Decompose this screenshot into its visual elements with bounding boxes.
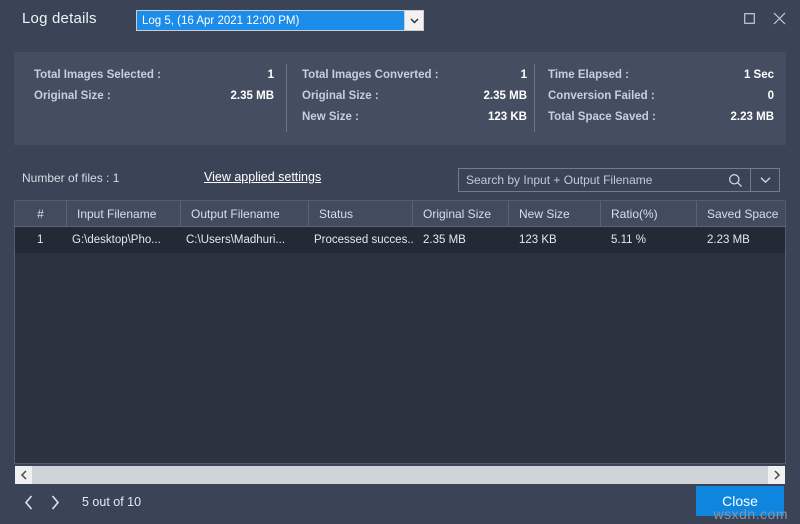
summary-value: 1 — [267, 69, 274, 81]
cell-output-filename: C:\Users\Madhuri... — [186, 234, 286, 246]
close-icon[interactable] — [766, 7, 792, 29]
cell-index: 1 — [37, 234, 44, 246]
summary-label: Time Elapsed : — [548, 69, 629, 81]
column-header-output-filename[interactable]: Output Filename — [181, 201, 309, 226]
summary-label: Original Size : — [302, 90, 379, 102]
summary-column-selected: Total Images Selected : 1 Original Size … — [34, 69, 274, 111]
summary-label: Original Size : — [34, 90, 111, 102]
summary-row: Total Space Saved : 2.23 MB — [548, 111, 774, 123]
column-header-saved-space[interactable]: Saved Space — [697, 201, 785, 226]
summary-value: 2.23 MB — [730, 111, 774, 123]
column-header-new-size[interactable]: New Size — [509, 201, 601, 226]
summary-row: Total Images Converted : 1 — [302, 69, 527, 81]
view-applied-settings-link[interactable]: View applied settings — [204, 170, 321, 184]
files-count-label: Number of files : 1 — [22, 171, 120, 185]
footer-bar: 5 out of 10 Close — [0, 486, 800, 524]
results-table: # Input Filename Output Filename Status … — [14, 200, 786, 464]
summary-column-converted: Total Images Converted : 1 Original Size… — [302, 69, 527, 132]
table-row[interactable]: 1 G:\desktop\Pho... C:\Users\Madhuri... … — [15, 227, 785, 253]
chevron-down-icon[interactable] — [404, 11, 423, 30]
cell-ratio: 5.11 % — [611, 234, 646, 246]
cell-saved-space: 2.23 MB — [707, 234, 750, 246]
summary-value: 123 KB — [488, 111, 527, 123]
summary-divider-2 — [534, 64, 535, 132]
previous-page-button[interactable] — [16, 488, 42, 516]
column-header-ratio[interactable]: Ratio(%) — [601, 201, 697, 226]
log-select-value: Log 5, (16 Apr 2021 12:00 PM) — [137, 11, 404, 30]
close-button[interactable]: Close — [696, 486, 784, 516]
chevron-left-icon[interactable] — [15, 466, 32, 484]
summary-label: Total Space Saved : — [548, 111, 656, 123]
summary-column-stats: Time Elapsed : 1 Sec Conversion Failed :… — [548, 69, 774, 132]
summary-value: 2.35 MB — [483, 90, 527, 102]
summary-row: Original Size : 2.35 MB — [34, 90, 274, 102]
summary-panel: Total Images Selected : 1 Original Size … — [14, 52, 786, 145]
summary-value: 1 Sec — [743, 69, 774, 81]
column-header-status[interactable]: Status — [309, 201, 413, 226]
column-header-input-filename[interactable]: Input Filename — [67, 201, 181, 226]
summary-value: 2.35 MB — [230, 90, 274, 102]
search-filter-chevron-down-icon[interactable] — [750, 169, 779, 191]
cell-original-size: 2.35 MB — [423, 234, 466, 246]
next-page-button[interactable] — [42, 488, 68, 516]
summary-row: Time Elapsed : 1 Sec — [548, 69, 774, 81]
search-box[interactable]: Search by Input + Output Filename — [458, 168, 780, 192]
cell-status: Processed succes... — [314, 234, 413, 246]
table-toolbar: Number of files : 1 View applied setting… — [0, 160, 800, 198]
column-header-original-size[interactable]: Original Size — [413, 201, 509, 226]
summary-label: Total Images Converted : — [302, 69, 439, 81]
chevron-right-icon[interactable] — [768, 466, 785, 484]
window-controls — [736, 7, 792, 29]
summary-label: New Size : — [302, 111, 359, 123]
page-indicator: 5 out of 10 — [82, 495, 142, 509]
cell-new-size: 123 KB — [519, 234, 557, 246]
summary-row: New Size : 123 KB — [302, 111, 527, 123]
search-input[interactable]: Search by Input + Output Filename — [459, 169, 720, 191]
summary-value: 0 — [767, 90, 774, 102]
summary-label: Conversion Failed : — [548, 90, 655, 102]
search-icon[interactable] — [720, 169, 750, 191]
scrollbar-track[interactable] — [32, 466, 768, 484]
log-details-window: Log details Log 5, (16 Apr 2021 12:00 PM… — [0, 0, 800, 524]
summary-row: Original Size : 2.35 MB — [302, 90, 527, 102]
horizontal-scrollbar[interactable] — [15, 466, 785, 484]
page-title: Log details — [22, 10, 97, 27]
summary-row: Total Images Selected : 1 — [34, 69, 274, 81]
summary-value: 1 — [520, 69, 527, 81]
title-bar: Log details Log 5, (16 Apr 2021 12:00 PM… — [0, 0, 800, 36]
summary-row: Conversion Failed : 0 — [548, 90, 774, 102]
pagination: 5 out of 10 — [16, 488, 141, 516]
column-header-index[interactable]: # — [15, 201, 67, 226]
summary-divider-1 — [286, 64, 287, 132]
summary-label: Total Images Selected : — [34, 69, 161, 81]
maximize-icon[interactable] — [736, 7, 762, 29]
cell-input-filename: G:\desktop\Pho... — [72, 234, 161, 246]
table-header-row: # Input Filename Output Filename Status … — [15, 201, 785, 227]
log-select-dropdown[interactable]: Log 5, (16 Apr 2021 12:00 PM) — [136, 10, 424, 31]
